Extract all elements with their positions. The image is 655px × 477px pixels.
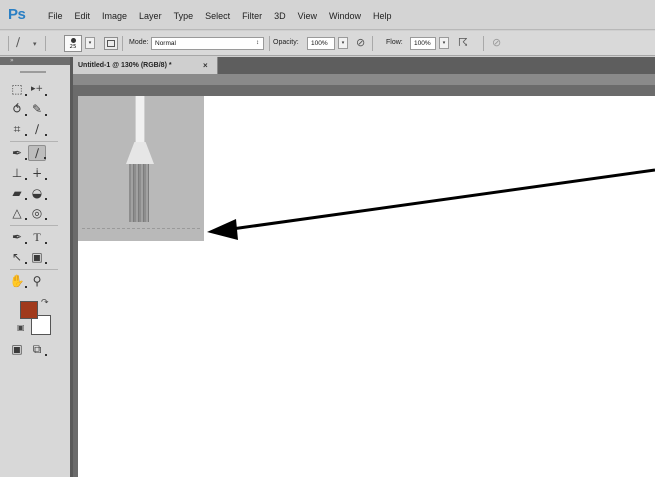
arrow-shaft [231, 168, 655, 231]
arrow-head [207, 219, 238, 240]
foreground-color-swatch[interactable] [20, 301, 38, 319]
callout-arrow [207, 168, 655, 240]
